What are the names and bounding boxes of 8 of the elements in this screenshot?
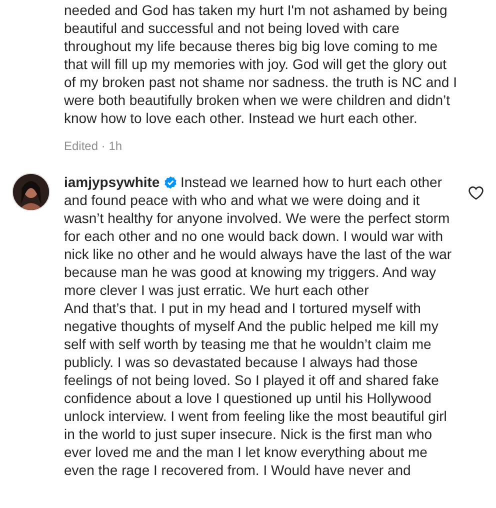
username-link[interactable]: iamjypsywhite <box>64 174 160 190</box>
comment-text: And that’s that. I put in my head and I tortured myself with negative thoughts of myself And the public helped me kill my self with self worth by teasing me that he wouldn’t claim me publicly. I was so devastated because I always had those feelings of not being loved. So I played it off and shared fake confidence about a love I questioned up until his Hollywood unlock interview. I went from feeling like the most beautiful girl in the world to just super insecure. Nick is the first man who ever loved me and the man I let know everything about me even the rage I recovered from. I Would have never and <box>64 299 448 479</box>
timestamp: Edited · 1h <box>64 139 124 153</box>
verified-icon <box>164 176 177 189</box>
like-button[interactable] <box>468 185 484 201</box>
comment-text: needed and God has taken my hurt I'm not ashamed by being beautiful and successful and not being loved with care throughout my life because theres big big love coming to me that will fill up my memories with joy. God will get the glory out of my broken past not shame nor sadness. the truth is NC and I were both beautifully broken when we were children and didn’t know how to love each other. Instead we hurt each other. <box>64 1 458 127</box>
comment-text: iamjypsywhite Instead we learned how to hurt each other and found peace with who and what we were doing and it wasn’t healthy for anyone involved. We were the perfect storm for each other and no one would back down. I would war with nick like no other and he would always have the last of the war because man he was good at knowing my triggers. And way more clever I was just erratic. We hurt each other <box>64 173 453 299</box>
avatar[interactable] <box>12 173 50 211</box>
